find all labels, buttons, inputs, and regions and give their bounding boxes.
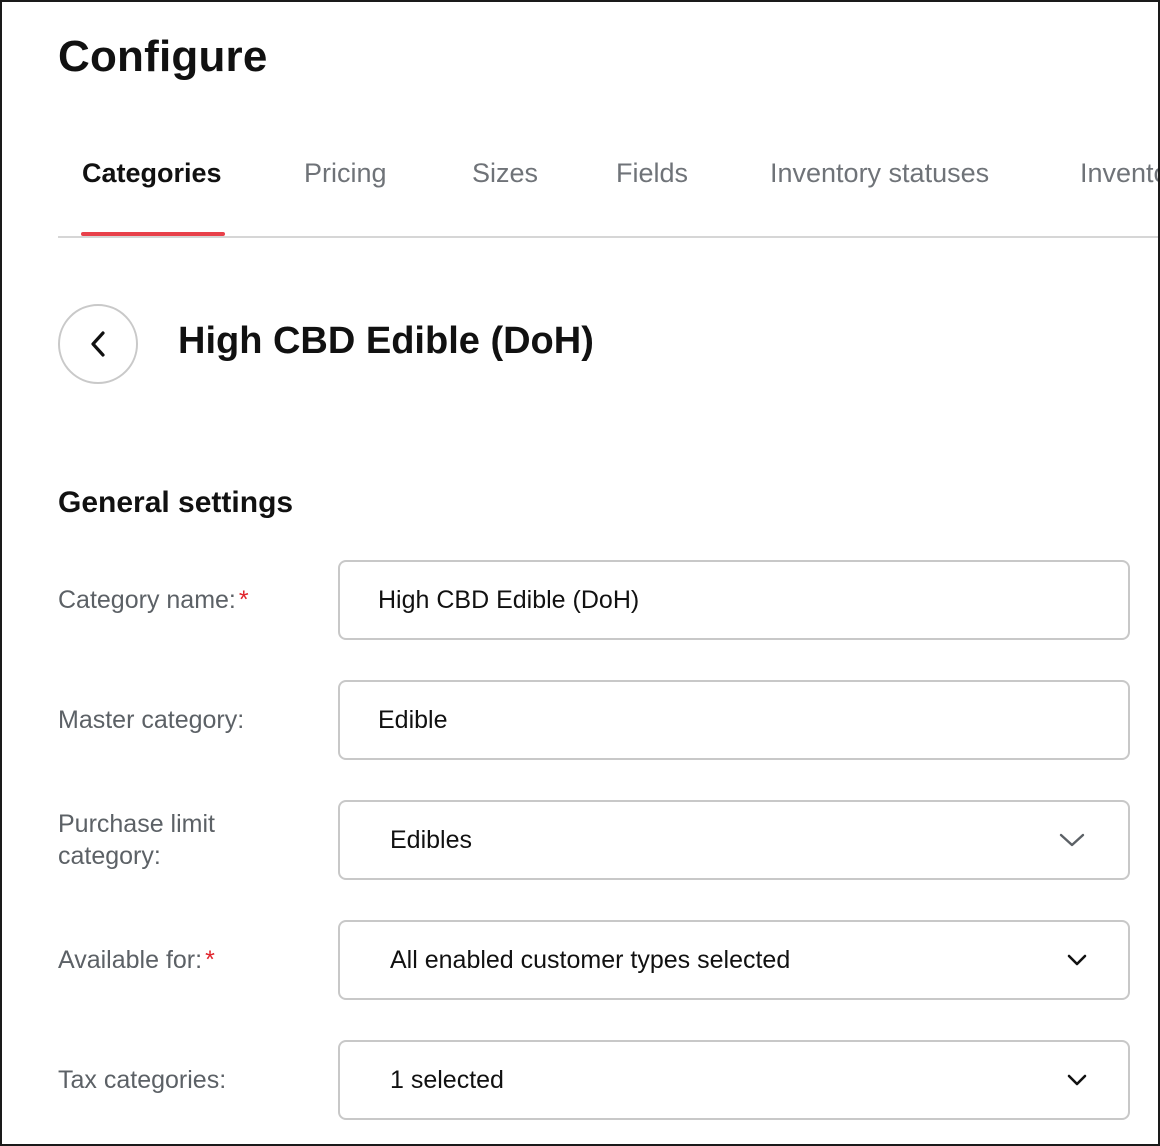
- master-category-value: Edible: [378, 705, 448, 734]
- master-category-label: Master category:: [58, 706, 245, 734]
- category-name-value: High CBD Edible (DoH): [378, 585, 640, 614]
- tab-bar: Categories Pricing Sizes Fields Inventor…: [58, 136, 1158, 238]
- purchase-limit-category-label: Purchase limit category:: [58, 808, 215, 872]
- category-detail-title: High CBD Edible (DoH): [178, 320, 594, 362]
- tax-categories-value: 1 selected: [390, 1065, 504, 1094]
- tab-fields[interactable]: Fields: [616, 158, 688, 189]
- tax-categories-label: Tax categories:: [58, 1066, 227, 1094]
- purchase-limit-category-value: Edibles: [390, 825, 472, 854]
- chevron-down-icon: [1067, 1074, 1087, 1086]
- configure-page: Configure Categories Pricing Sizes Field…: [0, 0, 1160, 1146]
- category-name-input[interactable]: High CBD Edible (DoH): [338, 560, 1130, 640]
- available-for-value: All enabled customer types selected: [390, 945, 791, 974]
- available-for-label-text: Available for:: [58, 946, 203, 974]
- chevron-down-icon: [1059, 833, 1085, 847]
- tab-inventory-statuses[interactable]: Inventory statuses: [770, 158, 989, 189]
- tab-inventory[interactable]: Inventory: [1080, 158, 1158, 189]
- back-button[interactable]: [58, 304, 138, 384]
- required-marker: *: [205, 946, 215, 974]
- category-name-label: Category name: *: [58, 584, 249, 616]
- purchase-limit-category-select[interactable]: Edibles: [338, 800, 1130, 880]
- category-name-label-text: Category name:: [58, 586, 236, 614]
- tab-pricing[interactable]: Pricing: [304, 158, 387, 189]
- master-category-input[interactable]: Edible: [338, 680, 1130, 760]
- available-for-select[interactable]: All enabled customer types selected: [338, 920, 1130, 1000]
- available-for-label: Available for: *: [58, 944, 215, 976]
- general-settings-heading: General settings: [58, 486, 294, 519]
- purchase-limit-label-line2: category:: [58, 842, 161, 870]
- page-title: Configure: [58, 32, 268, 81]
- chevron-down-icon: [1067, 954, 1087, 966]
- chevron-left-icon: [91, 331, 105, 357]
- tax-categories-select[interactable]: 1 selected: [338, 1040, 1130, 1120]
- tab-sizes[interactable]: Sizes: [472, 158, 538, 189]
- active-tab-indicator: [81, 232, 225, 236]
- tab-categories[interactable]: Categories: [82, 158, 222, 189]
- required-marker: *: [238, 586, 249, 614]
- purchase-limit-label-line1: Purchase limit: [58, 810, 215, 838]
